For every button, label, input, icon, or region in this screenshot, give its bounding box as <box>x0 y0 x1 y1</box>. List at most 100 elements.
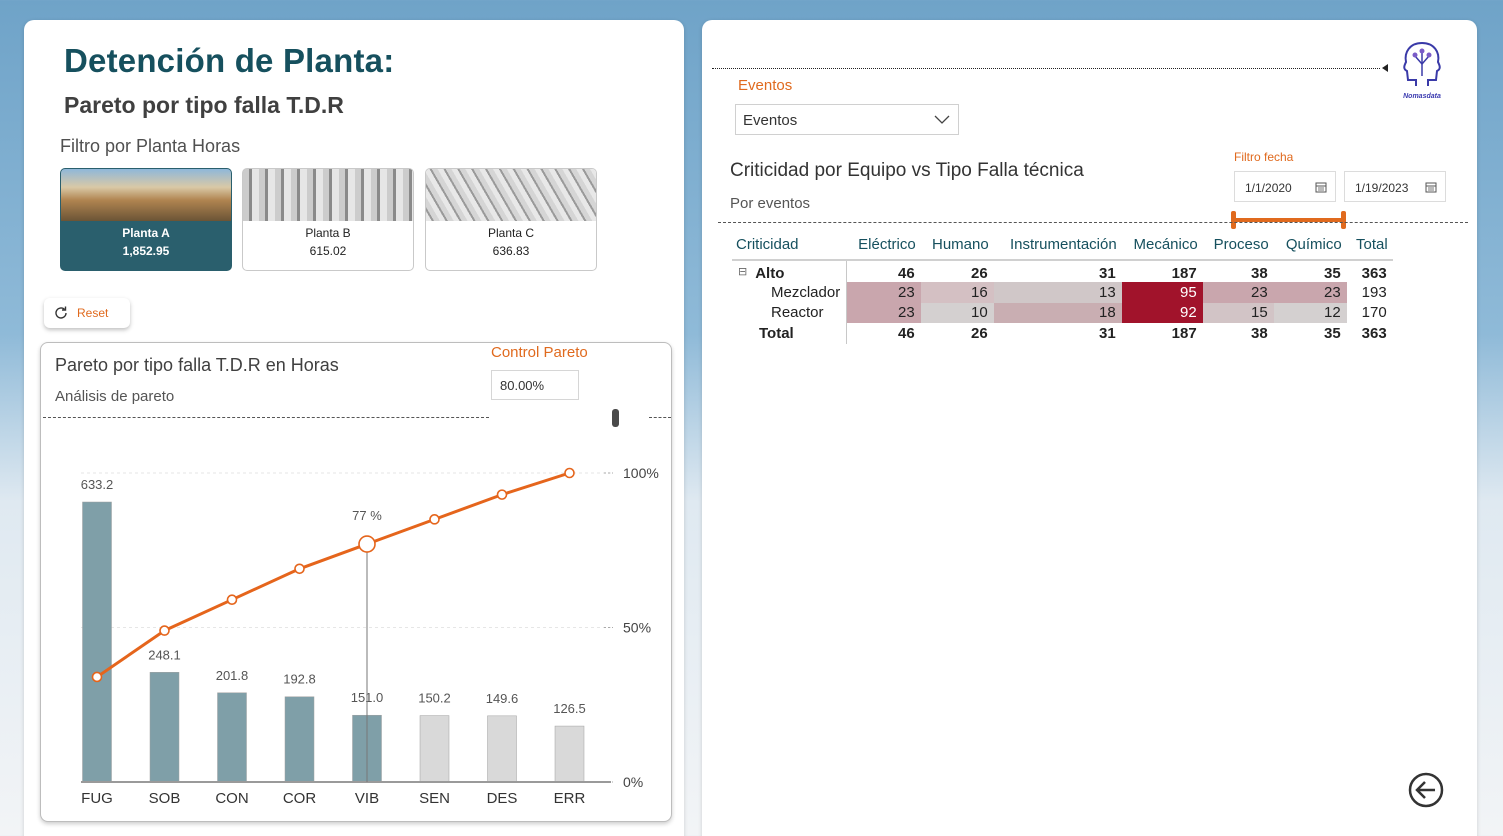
plant-hours: 636.83 <box>492 244 530 258</box>
column-header[interactable]: Mecánico <box>1121 230 1203 261</box>
matrix-cell: 95 <box>1121 282 1203 303</box>
chevron-down-icon <box>934 115 950 124</box>
bar-err <box>554 725 585 783</box>
bar-value-label: 192.8 <box>283 672 316 687</box>
date-end-value: 1/19/2023 <box>1355 181 1409 195</box>
column-header[interactable]: Eléctrico <box>846 230 921 261</box>
x-tick-label: FUG <box>81 790 113 807</box>
matrix-cell: 12 <box>1273 302 1347 323</box>
matrix-header-row: Criticidad Eléctrico Humano Instrumentac… <box>732 230 1393 261</box>
matrix-cell: 23 <box>1273 282 1347 303</box>
matrix-cell: 92 <box>1121 302 1203 323</box>
row-label: Total <box>732 323 848 344</box>
column-header[interactable]: Proceso <box>1202 230 1274 261</box>
matrix-cell: 13 <box>993 282 1122 303</box>
reset-button[interactable]: Reset <box>44 298 130 328</box>
calendar-icon <box>1315 182 1327 193</box>
cumulative-point <box>496 489 508 500</box>
matrix-cell: 16 <box>920 282 994 303</box>
matrix-title: Criticidad por Equipo vs Tipo Falla técn… <box>730 160 1084 181</box>
page-subtitle: Pareto por tipo falla T.D.R <box>64 92 344 118</box>
plant-hours: 1,852.95 <box>122 244 170 258</box>
date-end-input[interactable]: 1/19/2023 <box>1344 171 1446 202</box>
plant-c-image <box>426 169 596 221</box>
column-header[interactable]: Humano <box>920 230 994 261</box>
cumulative-point <box>429 514 440 525</box>
row-label-text: Alto <box>755 265 785 282</box>
bar-des <box>487 715 517 783</box>
cumulative-point <box>358 535 376 553</box>
plant-a-image <box>61 169 231 221</box>
matrix-cell: 26 <box>971 265 988 282</box>
column-header[interactable]: Criticidad <box>732 230 847 261</box>
brain-logo-icon <box>1403 42 1441 86</box>
matrix-row-reactor[interactable]: Reactor 23 10 18 92 15 12 170 <box>732 302 1393 323</box>
matrix-cell: 38 <box>1251 324 1268 342</box>
matrix-cell: 18 <box>993 302 1122 323</box>
column-header[interactable]: Químico <box>1273 230 1347 261</box>
plant-card-a[interactable]: Planta A 1,852.95 <box>60 168 232 271</box>
matrix-cell: 46 <box>898 324 915 342</box>
bar-con <box>217 692 247 783</box>
plant-hours: 615.02 <box>309 244 347 258</box>
matrix-cell: 26 <box>971 324 988 342</box>
bar-sen <box>419 715 450 783</box>
divider <box>718 222 1468 223</box>
date-start-input[interactable]: 1/1/2020 <box>1234 171 1336 202</box>
date-range-start-handle[interactable] <box>1231 211 1236 229</box>
y2-tick-label: 0% <box>623 774 643 790</box>
eventos-label: Eventos <box>738 77 793 94</box>
reset-label: Reset <box>77 306 109 320</box>
matrix-cell: 46 <box>898 265 915 282</box>
x-tick-label: ERR <box>554 790 586 807</box>
x-tick-label: SOB <box>149 790 181 807</box>
refresh-icon <box>55 306 67 319</box>
date-start-value: 1/1/2020 <box>1245 181 1292 195</box>
matrix-cell: 187 <box>1171 265 1197 282</box>
x-tick-label: CON <box>215 790 248 807</box>
eventos-selected-value: Eventos <box>743 112 798 129</box>
matrix-row-alto[interactable]: ⊟ Alto 46 26 31 187 38 35 363 <box>732 260 1393 282</box>
plant-name: Planta B <box>305 226 351 240</box>
cumulative-point <box>159 625 170 636</box>
eventos-dropdown[interactable]: Eventos <box>735 104 959 135</box>
pareto-chart: 100% 50% 0% 633.2 FUG 248.1 SOB 201.8 CON 192.8 CO… <box>81 465 659 807</box>
bar-value-label: 126.5 <box>553 701 586 716</box>
row-label: Reactor <box>732 302 848 323</box>
matrix-cell: 38 <box>1251 265 1268 282</box>
matrix-cell: 193 <box>1361 283 1387 301</box>
matrix-cell: 23 <box>846 302 921 323</box>
back-arrow-icon[interactable] <box>1406 770 1446 810</box>
date-range-end-handle[interactable] <box>1341 211 1346 229</box>
bar-value-label: 149.6 <box>486 691 519 706</box>
x-tick-label: DES <box>487 790 518 807</box>
bar-sob <box>149 672 180 783</box>
column-header[interactable]: Total <box>1346 230 1393 261</box>
matrix-subtitle: Por eventos <box>730 195 811 212</box>
date-filter-label: Filtro fecha <box>1234 150 1294 164</box>
bar-value-label: 248.1 <box>148 647 181 662</box>
matrix-row-mezclador[interactable]: Mezclador 23 16 13 95 23 23 193 <box>732 282 1393 303</box>
row-label-text: Mezclador <box>771 283 841 301</box>
page-title: Detención de Planta: <box>64 42 395 79</box>
collapse-icon[interactable]: ⊟ <box>738 266 747 278</box>
matrix-cell: 23 <box>846 282 921 303</box>
brand-logo: Nomasdata <box>1396 40 1448 102</box>
matrix-cell: 363 <box>1361 265 1387 282</box>
pareto-chart-card: Pareto por tipo falla T.D.R en Horas Aná… <box>40 342 672 822</box>
bar-value-label: 633.2 <box>81 477 114 492</box>
plant-name: Planta C <box>487 226 535 240</box>
matrix-row-total[interactable]: Total 46 26 31 187 38 35 363 <box>732 323 1393 344</box>
row-label-text: Total <box>759 324 794 342</box>
plant-card-b[interactable]: Planta B 615.02 <box>242 168 414 271</box>
plant-card-c[interactable]: Planta C 636.83 <box>425 168 597 271</box>
right-panel: Nomasdata Eventos Eventos Criticidad por… <box>702 20 1477 836</box>
cumulative-point <box>91 671 103 683</box>
matrix-cell: 15 <box>1202 302 1274 323</box>
column-header[interactable]: Instrumentación <box>993 230 1122 261</box>
matrix-cell: 363 <box>1361 324 1387 342</box>
x-tick-label: VIB <box>355 790 379 807</box>
calendar-icon <box>1425 182 1437 193</box>
matrix-cell: 187 <box>1171 324 1197 342</box>
cumulative-point <box>226 594 238 605</box>
